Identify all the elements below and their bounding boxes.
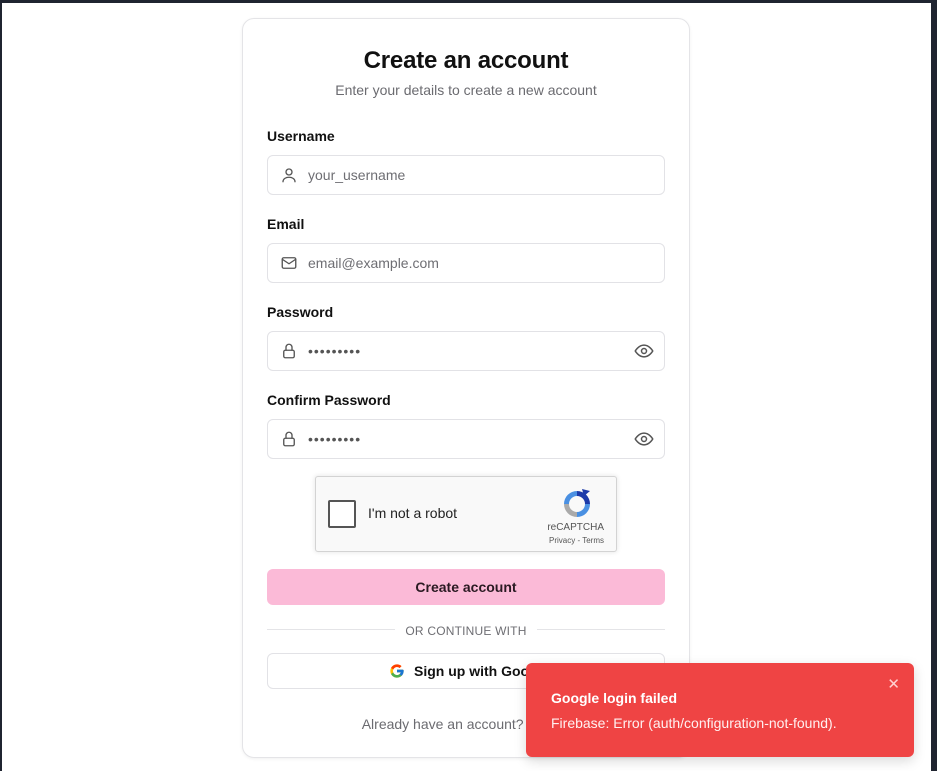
recaptcha-checkbox[interactable] — [328, 500, 356, 528]
recaptcha-privacy-terms-links[interactable]: Privacy - Terms — [549, 536, 604, 545]
password-label: Password — [267, 304, 334, 320]
window-frame-left — [0, 0, 2, 771]
eye-icon[interactable] — [634, 430, 654, 448]
recaptcha-label: I'm not a robot — [368, 505, 458, 521]
user-icon — [280, 166, 298, 184]
lock-icon — [280, 342, 298, 360]
toast-title: Google login failed — [551, 690, 677, 706]
email-field[interactable] — [267, 243, 665, 283]
window-frame-top — [0, 0, 937, 3]
google-icon — [389, 663, 405, 679]
password-field[interactable]: ••••••••• — [267, 331, 665, 371]
email-label: Email — [267, 216, 305, 232]
page-title: Create an account — [363, 47, 569, 74]
confirm-password-label: Confirm Password — [267, 392, 391, 408]
email-input[interactable] — [308, 244, 608, 282]
mail-icon — [280, 254, 298, 272]
close-icon[interactable]: ✕ — [887, 675, 900, 693]
divider-text: OR CONTINUE WITH — [395, 624, 537, 638]
username-label: Username — [267, 128, 335, 144]
eye-icon[interactable] — [634, 342, 654, 360]
confirm-password-field[interactable]: ••••••••• — [267, 419, 665, 459]
signup-card: Create an account Enter your details to … — [242, 18, 690, 758]
lock-icon — [280, 430, 298, 448]
username-input[interactable] — [308, 156, 608, 194]
recaptcha-widget: I'm not a robot reCAPTCHA Privacy - Term… — [315, 476, 617, 552]
password-input[interactable]: ••••••••• — [308, 332, 361, 370]
toast-message: Firebase: Error (auth/configuration-not-… — [551, 715, 837, 731]
create-account-button[interactable]: Create account — [267, 569, 665, 605]
window-frame-right — [931, 0, 937, 771]
confirm-password-input[interactable]: ••••••••• — [308, 420, 361, 458]
page-subtitle: Enter your details to create a new accou… — [335, 82, 597, 98]
username-field[interactable] — [267, 155, 665, 195]
recaptcha-logo-icon — [560, 487, 594, 521]
error-toast: Google login failed Firebase: Error (aut… — [526, 663, 914, 757]
recaptcha-brand: reCAPTCHA — [547, 522, 604, 533]
